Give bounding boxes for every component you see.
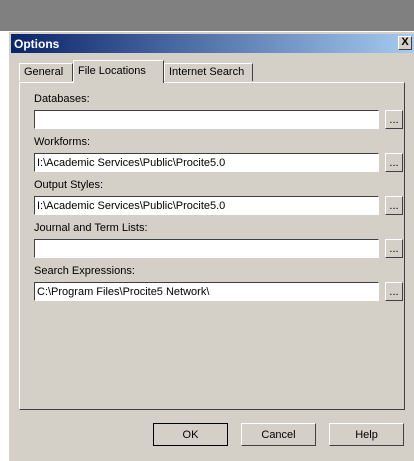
tab-label: General <box>24 66 64 78</box>
help-button[interactable]: Help <box>329 423 404 446</box>
tab-internet-search[interactable]: Internet Search <box>164 63 253 81</box>
tab-file-locations[interactable]: File Locations <box>73 60 164 83</box>
output-styles-input[interactable] <box>34 196 379 215</box>
databases-browse-button[interactable]: ... <box>385 110 403 129</box>
journal-term-lists-browse-button[interactable]: ... <box>385 239 403 258</box>
ok-button[interactable]: OK <box>153 423 228 446</box>
output-styles-label: Output Styles: <box>34 179 104 191</box>
close-button[interactable]: X <box>398 36 412 50</box>
title-bar[interactable]: Options X <box>11 34 414 53</box>
workforms-label: Workforms: <box>34 136 91 148</box>
databases-input[interactable] <box>34 110 379 129</box>
journal-term-lists-input[interactable] <box>34 239 379 258</box>
options-dialog: Options X General File Locations Interne… <box>8 31 414 461</box>
file-locations-panel: Databases: ... Workforms: ... Output Sty… <box>19 82 405 410</box>
tab-general[interactable]: General <box>19 63 73 81</box>
tab-label: Internet Search <box>169 66 245 78</box>
workforms-browse-button[interactable]: ... <box>385 153 403 172</box>
window-title: Options <box>14 37 60 51</box>
background-strip <box>0 0 414 31</box>
tab-label: File Locations <box>78 65 146 77</box>
cancel-button[interactable]: Cancel <box>241 423 316 446</box>
databases-label: Databases: <box>34 93 90 105</box>
journal-term-lists-label: Journal and Term Lists: <box>34 222 148 234</box>
search-expressions-label: Search Expressions: <box>34 265 135 277</box>
search-expressions-input[interactable] <box>34 282 379 301</box>
close-icon: X <box>401 36 409 48</box>
search-expressions-browse-button[interactable]: ... <box>385 282 403 301</box>
output-styles-browse-button[interactable]: ... <box>385 196 403 215</box>
workforms-input[interactable] <box>34 153 379 172</box>
